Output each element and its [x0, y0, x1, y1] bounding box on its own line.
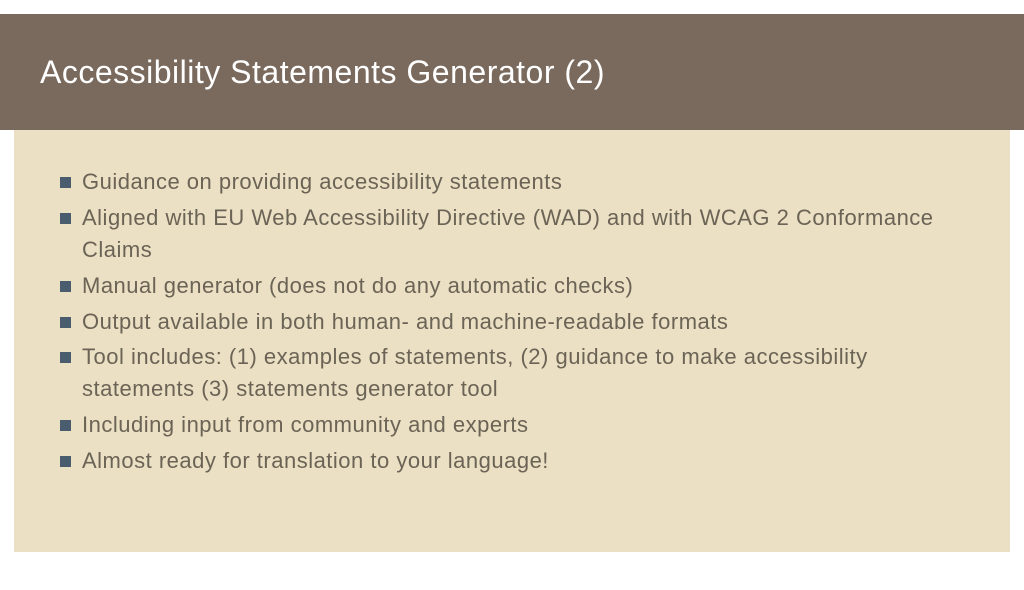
bullet-text: Almost ready for translation to your lan… — [82, 445, 964, 477]
bullet-text: Output available in both human- and mach… — [82, 306, 964, 338]
slide-header: Accessibility Statements Generator (2) — [0, 14, 1024, 130]
bullet-icon — [60, 317, 71, 328]
bullet-icon — [60, 177, 71, 188]
bullet-text: Including input from community and exper… — [82, 409, 964, 441]
list-item: Manual generator (does not do any automa… — [60, 270, 964, 302]
list-item: Including input from community and exper… — [60, 409, 964, 441]
bullet-text: Manual generator (does not do any automa… — [82, 270, 964, 302]
bullet-icon — [60, 213, 71, 224]
bullet-icon — [60, 420, 71, 431]
bullet-icon — [60, 456, 71, 467]
bullet-icon — [60, 352, 71, 363]
bullet-list: Guidance on providing accessibility stat… — [60, 166, 964, 477]
bullet-text: Guidance on providing accessibility stat… — [82, 166, 964, 198]
list-item: Almost ready for translation to your lan… — [60, 445, 964, 477]
bullet-text: Tool includes: (1) examples of statement… — [82, 341, 964, 405]
list-item: Aligned with EU Web Accessibility Direct… — [60, 202, 964, 266]
list-item: Tool includes: (1) examples of statement… — [60, 341, 964, 405]
list-item: Output available in both human- and mach… — [60, 306, 964, 338]
slide-title: Accessibility Statements Generator (2) — [40, 54, 605, 91]
list-item: Guidance on providing accessibility stat… — [60, 166, 964, 198]
bullet-text: Aligned with EU Web Accessibility Direct… — [82, 202, 964, 266]
bullet-icon — [60, 281, 71, 292]
slide-content: Guidance on providing accessibility stat… — [14, 130, 1010, 552]
